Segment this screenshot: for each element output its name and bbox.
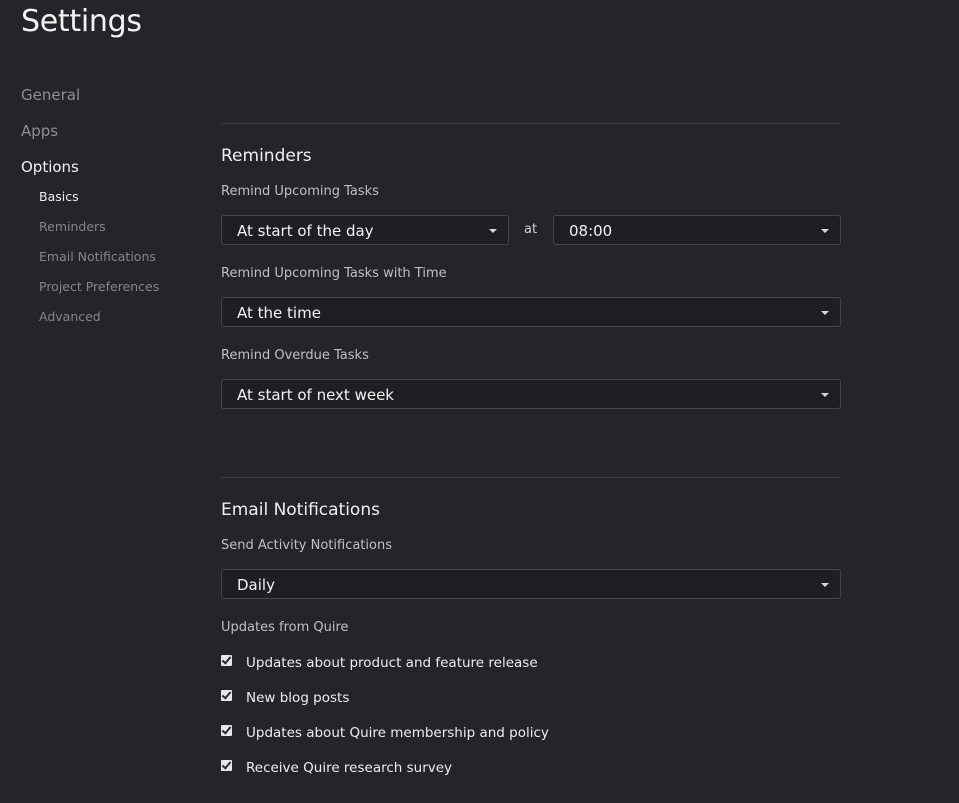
remind-time-value: 08:00 xyxy=(569,222,613,240)
update-option-label: New blog posts xyxy=(246,690,350,706)
email-notifications-section-title: Email Notifications xyxy=(221,500,380,520)
chevron-down-icon xyxy=(821,583,829,587)
remind-upcoming-select[interactable]: At start of the day xyxy=(221,215,509,245)
nav-sub-item-reminders[interactable]: Reminders xyxy=(39,219,106,234)
remind-upcoming-value: At start of the day xyxy=(237,222,374,240)
reminders-section-title: Reminders xyxy=(221,146,312,166)
chevron-down-icon xyxy=(489,229,497,233)
nav-sub-item-advanced[interactable]: Advanced xyxy=(39,309,101,324)
nav-item-apps[interactable]: Apps xyxy=(21,122,58,140)
remind-overdue-label: Remind Overdue Tasks xyxy=(221,348,369,363)
checkbox-checked[interactable] xyxy=(221,690,232,701)
activity-notifications-select[interactable]: Daily xyxy=(221,569,841,599)
section-divider xyxy=(221,123,841,124)
remind-upcoming-with-time-value: At the time xyxy=(237,304,321,322)
section-divider xyxy=(221,477,841,478)
remind-upcoming-with-time-label: Remind Upcoming Tasks with Time xyxy=(221,266,447,281)
nav-sub-item-basics[interactable]: Basics xyxy=(39,189,79,204)
nav-sub-item-project-preferences[interactable]: Project Preferences xyxy=(39,279,159,294)
activity-notifications-value: Daily xyxy=(237,576,275,594)
update-option-label: Updates about Quire membership and polic… xyxy=(246,725,549,741)
nav-sub-item-email-notifications[interactable]: Email Notifications xyxy=(39,249,156,264)
remind-overdue-value: At start of next week xyxy=(237,386,394,404)
remind-upcoming-with-time-select[interactable]: At the time xyxy=(221,297,841,327)
update-option-label: Updates about product and feature releas… xyxy=(246,655,538,671)
settings-page: Settings General Apps Options Basics Rem… xyxy=(0,0,959,803)
update-option-label: Receive Quire research survey xyxy=(246,760,453,776)
nav-item-general[interactable]: General xyxy=(21,86,80,104)
checkbox-checked[interactable] xyxy=(221,655,232,666)
page-title: Settings xyxy=(21,4,142,39)
chevron-down-icon xyxy=(821,229,829,233)
remind-time-select[interactable]: 08:00 xyxy=(553,215,841,245)
checkbox-checked[interactable] xyxy=(221,725,232,736)
updates-from-quire-label: Updates from Quire xyxy=(221,620,349,635)
remind-overdue-select[interactable]: At start of next week xyxy=(221,379,841,409)
chevron-down-icon xyxy=(821,311,829,315)
activity-notifications-label: Send Activity Notifications xyxy=(221,538,392,553)
at-label: at xyxy=(524,222,538,237)
chevron-down-icon xyxy=(821,393,829,397)
nav-item-options[interactable]: Options xyxy=(21,158,79,176)
remind-upcoming-label: Remind Upcoming Tasks xyxy=(221,184,379,199)
checkbox-checked[interactable] xyxy=(221,760,232,771)
